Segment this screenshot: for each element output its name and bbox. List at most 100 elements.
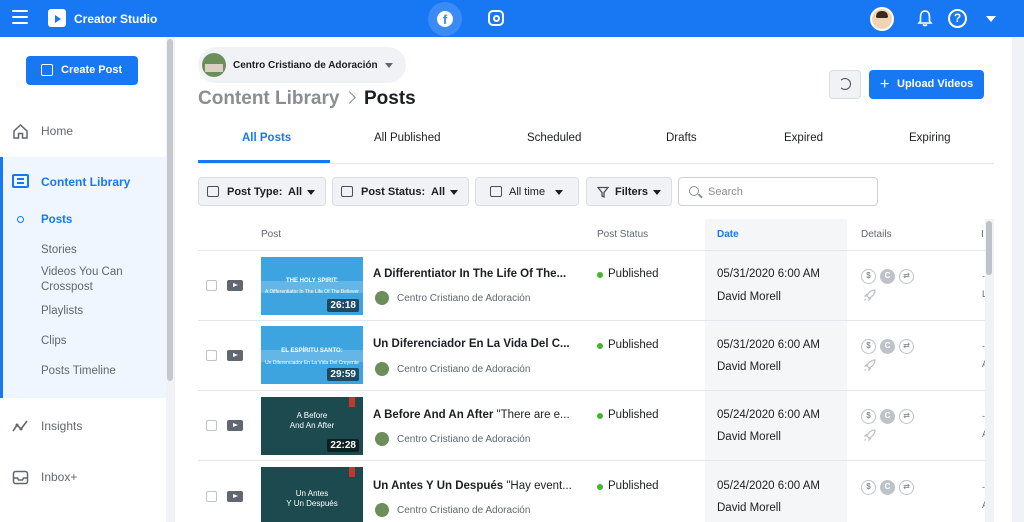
insights-icon [12,420,28,432]
thumbnail-subtitle: A Differentiator In The Life Of The Beli… [265,289,359,295]
search-icon [689,186,699,196]
video-thumbnail[interactable]: Un Antes Y Un Después [261,467,363,522]
sidebar: Create Post Home Content Library Posts S… [0,37,166,522]
post-type-filter[interactable]: Post Type: All [198,177,326,206]
sidebar-item-home[interactable]: Home [0,113,166,149]
inbox-icon [12,470,29,485]
video-icon [227,350,243,361]
tab-all-posts[interactable]: All Posts [242,132,291,144]
tab-scheduled[interactable]: Scheduled [527,132,581,144]
active-indicator [0,157,3,398]
breadcrumb-parent[interactable]: Content Library [198,88,339,110]
crosspost-icon: ⇄ [899,409,914,424]
chevron-down-icon [307,190,315,195]
status-dot [597,413,603,419]
video-icon [227,491,243,502]
sidebar-item-insights[interactable]: Insights [0,408,166,444]
post-title[interactable]: Un Antes Y Un Después "Hay event... [373,480,573,492]
table-row[interactable]: EL ESPÍRITU SANTO: Un Diferenciador En L… [198,321,994,391]
row-checkbox[interactable] [206,350,217,361]
post-page-name: Centro Cristiano de Adoración [397,505,531,516]
video-icon [227,280,243,291]
post-type-icon [207,186,219,197]
sidebar-item-label: Inbox+ [41,470,78,484]
sidebar-item-posts-timeline[interactable]: Posts Timeline [41,364,116,379]
search-placeholder: Search [708,186,743,198]
post-status-filter[interactable]: Post Status: All [332,177,469,206]
account-menu-caret-icon[interactable] [986,16,996,22]
sidebar-item-playlists[interactable]: Playlists [41,304,83,319]
row-checkbox[interactable] [206,491,217,502]
upload-videos-label: Upload Videos [897,78,974,90]
chevron-down-icon [653,190,661,195]
sidebar-group-content-library: Content Library Posts Stories Videos You… [0,157,166,398]
post-title[interactable]: A Differentiator In The Life Of The... [373,268,573,280]
post-type-label: Post Type: [227,186,283,198]
tab-all-published[interactable]: All Published [374,132,440,144]
table-scrollbar[interactable] [985,219,994,522]
thumbnail-subtitle: Y Un Después [286,499,338,508]
upload-videos-button[interactable]: + Upload Videos [869,70,984,99]
refresh-button[interactable] [829,70,861,99]
sidebar-item-videos-you-can-crosspost[interactable]: Videos You Can Crosspost [41,265,141,295]
tab-expiring[interactable]: Expiring [909,132,951,144]
sidebar-scrollbar[interactable] [166,37,175,522]
help-icon[interactable]: ? [948,9,967,28]
top-bar: Creator Studio f ? [0,0,1024,37]
post-page-name: Centro Cristiano de Adoración [397,434,531,445]
column-header-date[interactable]: Date [717,229,739,240]
video-thumbnail[interactable]: A Before And An After 22:28 [261,397,363,455]
bell-icon[interactable] [917,10,933,27]
date-range-filter[interactable]: All time [475,177,579,206]
table-row[interactable]: THE HOLY SPIRIT: A Differentiator In The… [198,251,994,321]
sidebar-item-stories[interactable]: Stories [41,243,77,258]
row-checkbox[interactable] [206,280,217,291]
menu-icon[interactable] [12,10,28,24]
video-thumbnail[interactable]: EL ESPÍRITU SANTO: Un Diferenciador En L… [261,326,363,384]
page-avatar [375,291,389,305]
boost-icon[interactable] [863,428,877,442]
filters-label: Filters [615,186,649,198]
instagram-icon[interactable] [488,10,504,26]
post-status-label: Post Status: [361,186,426,198]
copyright-icon: C [880,480,895,495]
status-dot [597,343,603,349]
sidebar-item-label: Home [41,124,74,138]
post-title[interactable]: A Before And An After "There are e... [373,409,573,421]
scrollbar-thumb[interactable] [986,221,992,275]
post-title[interactable]: Un Diferenciador En La Vida Del C... [373,338,573,350]
create-post-button[interactable]: Create Post [26,56,138,85]
table-row[interactable]: Un Antes Y Un Después Un Antes Y Un Desp… [198,461,994,522]
avatar[interactable] [870,7,894,31]
row-checkbox[interactable] [206,420,217,431]
post-status: Published [608,268,659,280]
sidebar-item-clips[interactable]: Clips [41,334,67,349]
post-tabs: All Posts All Published Scheduled Drafts… [198,124,994,164]
tab-expired[interactable]: Expired [784,132,823,144]
tab-drafts[interactable]: Drafts [666,132,697,144]
sidebar-item-inbox[interactable]: Inbox+ [0,459,166,495]
scrollbar-thumb[interactable] [167,39,173,381]
chevron-right-icon [343,91,356,104]
filters-button[interactable]: Filters [586,177,672,206]
column-header-details: Details [861,229,892,240]
chevron-down-icon [555,190,563,195]
post-status: Published [608,339,659,351]
video-thumbnail[interactable]: THE HOLY SPIRIT: A Differentiator In The… [261,257,363,315]
post-author: David Morell [717,431,781,443]
copyright-icon: C [880,269,895,284]
sidebar-item-content-library[interactable]: Content Library [41,175,130,189]
page-selector[interactable]: Centro Cristiano de Adoración [198,47,406,83]
table-row[interactable]: A Before And An After 22:28 A Before And… [198,391,994,461]
boost-icon[interactable] [863,358,877,372]
search-input[interactable]: Search [678,177,878,206]
active-tab-underline [198,160,330,163]
copyright-icon: C [880,409,895,424]
video-duration: 29:59 [327,368,359,381]
facebook-tab[interactable]: f [428,2,462,36]
create-post-label: Create Post [61,64,123,76]
boost-icon[interactable] [863,288,877,302]
thumbnail-title: A Before [296,411,328,420]
sidebar-item-posts[interactable]: Posts [41,213,72,228]
calendar-icon [490,186,502,197]
